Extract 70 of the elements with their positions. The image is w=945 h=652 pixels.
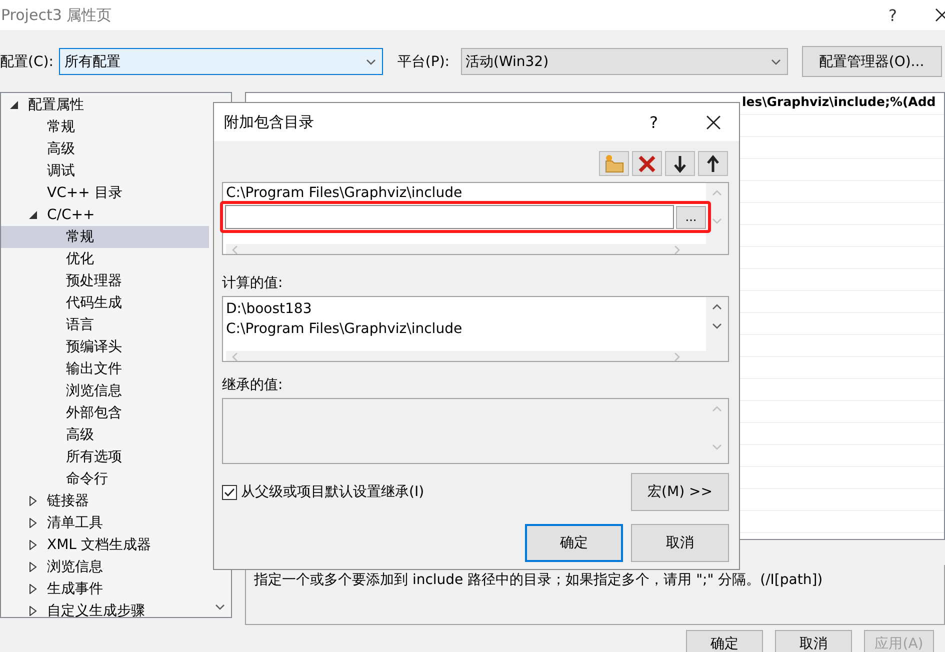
up-arrow-icon	[706, 154, 720, 172]
folder-star-icon	[603, 154, 625, 173]
tree-item[interactable]: 自定义生成步骤	[1, 600, 209, 617]
scroll-up-icon[interactable]	[712, 303, 722, 311]
tree-item[interactable]: XML 文档生成器	[1, 534, 209, 556]
down-arrow-icon	[673, 154, 687, 172]
dialog-button[interactable]: 取消	[775, 630, 852, 652]
tree-item[interactable]: 代码生成	[1, 292, 209, 314]
config-dropdown[interactable]: 所有配置	[59, 48, 384, 75]
list-entry[interactable]: C:\Program Files\Graphviz\include	[226, 185, 462, 201]
dialog-button[interactable]: 确定	[525, 524, 623, 562]
tree-item[interactable]: 命令行	[1, 468, 209, 490]
computed-label: 计算的值:	[222, 274, 283, 292]
dialog-button[interactable]: 确定	[686, 630, 763, 652]
collapsed-triangle-icon[interactable]	[28, 496, 38, 506]
tree-item[interactable]: 输出文件	[1, 358, 209, 380]
tree-item[interactable]: C/C++	[1, 204, 209, 226]
tree-item[interactable]: 优化	[1, 248, 209, 270]
tree-item[interactable]: 浏览信息	[1, 380, 209, 402]
dialog-title: 附加包含目录	[224, 112, 315, 132]
tree-item[interactable]: 语言	[1, 314, 209, 336]
tree-item[interactable]: 常规	[1, 116, 209, 138]
tree-item[interactable]: 配置属性	[1, 94, 209, 116]
tree-item[interactable]: 链接器	[1, 490, 209, 512]
window-title: Project3 属性页	[1, 6, 112, 24]
move-down-button[interactable]	[665, 151, 695, 176]
delete-button[interactable]	[632, 151, 662, 176]
tree-item[interactable]: 预处理器	[1, 270, 209, 292]
tree-item[interactable]: 外部包含	[1, 402, 209, 424]
tree-item[interactable]: 所有选项	[1, 446, 209, 468]
tree-item[interactable]: VC++ 目录	[1, 182, 209, 204]
tree-item[interactable]: 调试	[1, 160, 209, 182]
inherited-label: 继承的值:	[222, 376, 283, 394]
move-up-button[interactable]	[698, 151, 728, 176]
scroll-down-icon[interactable]	[712, 322, 722, 330]
platform-label: 平台(P):	[397, 52, 450, 70]
inherit-checkbox[interactable]	[222, 484, 237, 500]
help-button[interactable]: ?	[650, 112, 658, 132]
close-icon[interactable]	[935, 8, 945, 22]
platform-dropdown[interactable]: 活动(Win32)	[460, 48, 788, 75]
collapsed-triangle-icon[interactable]	[28, 562, 38, 572]
dialog-button[interactable]: 取消	[631, 524, 729, 562]
computed-value: C:\Program Files\Graphviz\include	[226, 320, 462, 339]
tree-item[interactable]: 常规	[1, 226, 209, 248]
computed-value: D:\boost183	[226, 300, 312, 319]
config-manager-button[interactable]: 配置管理器(O)...	[802, 46, 942, 77]
collapsed-triangle-icon[interactable]	[28, 518, 38, 528]
expanded-triangle-icon[interactable]	[9, 100, 19, 110]
tree-item[interactable]: 预编译头	[1, 336, 209, 358]
close-icon[interactable]	[706, 114, 721, 130]
config-label: 配置(C):	[0, 52, 54, 70]
tree-item[interactable]: 高级	[1, 138, 209, 160]
expanded-triangle-icon[interactable]	[28, 210, 38, 220]
collapsed-triangle-icon[interactable]	[28, 584, 38, 594]
tree-item[interactable]: 浏览信息	[1, 556, 209, 578]
browse-button[interactable]: ...	[676, 206, 706, 228]
tree-item[interactable]: 高级	[1, 424, 209, 446]
macro-button[interactable]: 宏(M) >>	[631, 473, 729, 511]
tree-item[interactable]: 清单工具	[1, 512, 209, 534]
help-button[interactable]: ?	[888, 6, 897, 24]
scroll-down-icon[interactable]	[215, 603, 225, 611]
scroll-down-icon[interactable]	[770, 58, 781, 66]
collapsed-triangle-icon[interactable]	[28, 606, 38, 616]
cross-icon	[638, 154, 656, 172]
scroll-down-icon[interactable]	[366, 58, 376, 66]
property-value: les\Graphviz\include;%(Add	[742, 93, 936, 111]
tree-item[interactable]: 生成事件	[1, 578, 209, 600]
collapsed-triangle-icon[interactable]	[28, 540, 38, 550]
inherit-label: 从父级或项目默认设置继承(I)	[241, 483, 424, 501]
directory-input[interactable]	[225, 205, 674, 229]
